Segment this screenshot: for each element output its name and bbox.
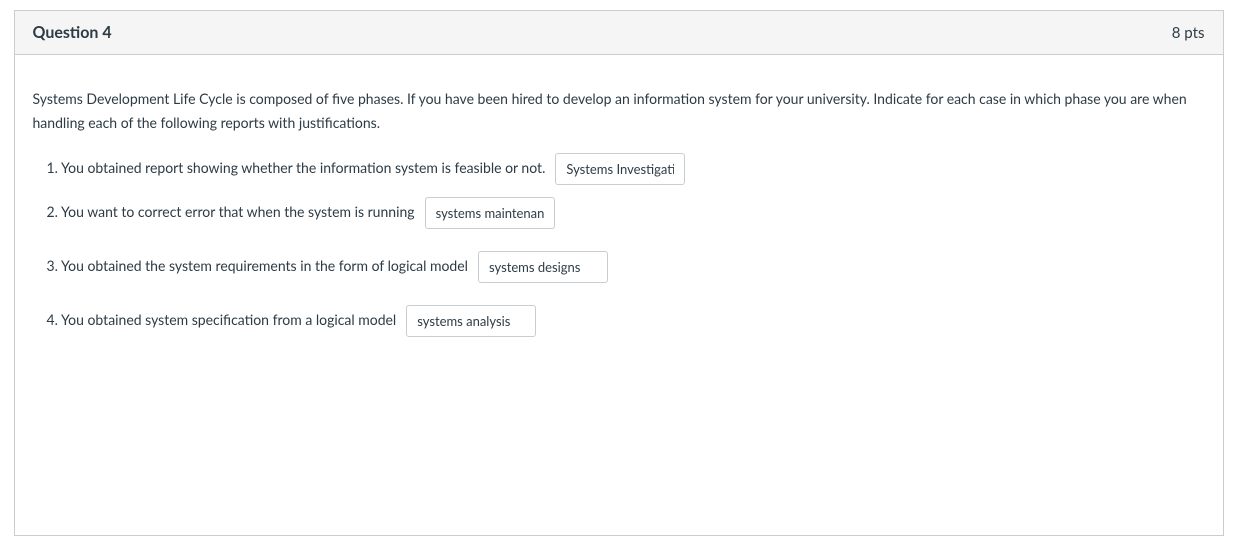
answer-input-1[interactable] — [555, 153, 685, 185]
answer-input-3[interactable] — [478, 251, 608, 283]
question-body: Systems Development Life Cycle is compos… — [15, 55, 1223, 535]
question-item-2: 2. You want to correct error that when t… — [33, 197, 1205, 229]
question-item-4: 4. You obtained system specification fro… — [33, 305, 1205, 337]
question-header: Question 4 8 pts — [15, 11, 1223, 55]
item-text: 4. You obtained system specification fro… — [47, 309, 397, 331]
question-prompt: Systems Development Life Cycle is compos… — [33, 87, 1205, 135]
question-card: Question 4 8 pts Systems Development Lif… — [14, 10, 1224, 536]
item-text: 1. You obtained report showing whether t… — [47, 157, 546, 179]
question-item-3: 3. You obtained the system requirements … — [33, 251, 1205, 283]
answer-input-4[interactable] — [406, 305, 536, 337]
question-points: 8 pts — [1172, 24, 1205, 42]
question-title: Question 4 — [33, 23, 112, 42]
item-text: 3. You obtained the system requirements … — [47, 255, 468, 277]
answer-input-2[interactable] — [425, 197, 555, 229]
question-item-1: 1. You obtained report showing whether t… — [33, 153, 1205, 185]
item-text: 2. You want to correct error that when t… — [47, 201, 415, 223]
